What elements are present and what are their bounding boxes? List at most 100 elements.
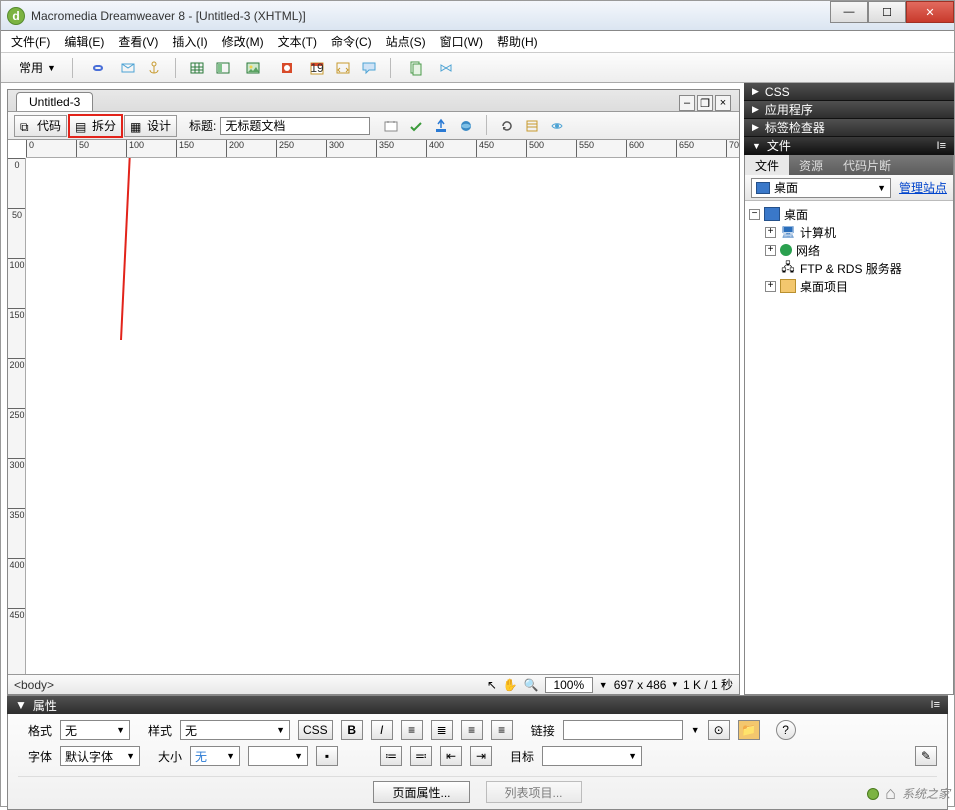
menu-commands[interactable]: 命令(C) (331, 33, 372, 50)
panel-menu-icon[interactable]: I≡ (937, 140, 946, 152)
hand-tool-icon[interactable]: ✋ (503, 678, 518, 692)
chevron-down-icon[interactable]: ▾ (672, 679, 677, 690)
expand-icon[interactable]: + (765, 245, 776, 256)
menu-help[interactable]: 帮助(H) (497, 33, 538, 50)
style-select[interactable]: 无▼ (180, 720, 290, 740)
page-properties-button[interactable]: 页面属性... (373, 781, 469, 803)
text-color-button[interactable]: ▪ (316, 746, 338, 766)
application-panel-header[interactable]: ▶应用程序 (744, 101, 954, 119)
tag-inspector-panel-header[interactable]: ▶标签检查器 (744, 119, 954, 137)
doc-restore-button[interactable]: ❐ (697, 95, 713, 111)
css-button[interactable]: CSS (298, 720, 333, 740)
refresh-icon[interactable] (496, 115, 518, 137)
browse-folder-icon[interactable]: 📁 (738, 720, 760, 740)
templates-icon[interactable] (401, 57, 431, 79)
manage-sites-link[interactable]: 管理站点 (899, 179, 947, 196)
link-input[interactable] (563, 720, 683, 740)
menu-view[interactable]: 查看(V) (118, 33, 158, 50)
layout-icon[interactable] (212, 57, 234, 79)
css-panel-header[interactable]: ▶CSS (744, 83, 954, 101)
size-label: 大小 (148, 748, 182, 765)
menu-file[interactable]: 文件(F) (11, 33, 50, 50)
menu-site[interactable]: 站点(S) (386, 33, 426, 50)
ruler-tick: 150 (8, 308, 26, 320)
anchor-icon[interactable] (143, 57, 165, 79)
menu-modify[interactable]: 修改(M) (222, 33, 264, 50)
point-to-file-icon[interactable]: ⊙ (708, 720, 730, 740)
align-right-button[interactable]: ≡ (461, 720, 483, 740)
quick-tag-editor-icon[interactable]: ✎ (915, 746, 937, 766)
outdent-button[interactable]: ⇤ (440, 746, 462, 766)
ruler-tick: 150 (176, 140, 194, 158)
comment-icon[interactable] (358, 57, 380, 79)
no-browser-check-icon[interactable] (380, 115, 402, 137)
chevron-down-icon[interactable]: ▼ (691, 725, 700, 735)
align-center-button[interactable]: ≣ (431, 720, 453, 740)
size-select[interactable]: 无▼ (190, 746, 240, 766)
site-select[interactable]: 桌面 ▼ (751, 178, 891, 198)
align-justify-button[interactable]: ≡ (491, 720, 513, 740)
bold-button[interactable]: B (341, 720, 363, 740)
expand-icon[interactable]: + (765, 227, 776, 238)
tag-chooser-icon[interactable] (435, 57, 457, 79)
tree-network[interactable]: +网络 (749, 241, 949, 259)
format-select[interactable]: 无▼ (60, 720, 130, 740)
doc-close-button[interactable]: × (715, 95, 731, 111)
media-icon[interactable] (272, 57, 302, 79)
design-view-button[interactable]: ▦设计 (124, 115, 177, 137)
assets-tab[interactable]: 资源 (789, 155, 833, 175)
image-icon[interactable] (238, 57, 268, 79)
split-view-button[interactable]: ▤拆分 (69, 115, 122, 137)
menu-insert[interactable]: 插入(I) (172, 33, 207, 50)
menu-text[interactable]: 文本(T) (278, 33, 317, 50)
document-tab[interactable]: Untitled-3 (16, 92, 93, 111)
expand-icon[interactable]: + (765, 281, 776, 292)
maximize-button[interactable]: ☐ (868, 1, 906, 23)
menu-window[interactable]: 窗口(W) (440, 33, 483, 50)
hyperlink-icon[interactable] (83, 57, 113, 79)
design-canvas[interactable] (26, 158, 739, 674)
visual-aids-icon[interactable] (546, 115, 568, 137)
files-tab[interactable]: 文件 (745, 155, 789, 175)
ordered-list-button[interactable]: ≕ (410, 746, 432, 766)
size-unit-select[interactable]: ▼ (248, 746, 308, 766)
tree-desktop-items[interactable]: +桌面项目 (749, 277, 949, 295)
preview-icon[interactable] (455, 115, 477, 137)
minimize-button[interactable]: — (830, 1, 868, 23)
collapse-icon[interactable]: − (749, 209, 760, 220)
title-input[interactable] (220, 117, 370, 135)
chevron-down-icon[interactable]: ▼ (599, 680, 608, 690)
server-include-icon[interactable] (332, 57, 354, 79)
table-icon[interactable] (186, 57, 208, 79)
email-link-icon[interactable] (117, 57, 139, 79)
window-size[interactable]: 697 x 486 (614, 678, 667, 692)
panel-menu-icon[interactable]: I≡ (931, 699, 940, 711)
select-tool-icon[interactable]: ↖ (487, 678, 497, 692)
font-select[interactable]: 默认字体▼ (60, 746, 140, 766)
files-panel-header[interactable]: ▼文件I≡ (744, 137, 954, 155)
status-bar: <body> ↖ ✋ 🔍 ▼ 697 x 486 ▾ 1 K / 1 秒 (8, 674, 739, 694)
indent-button[interactable]: ⇥ (470, 746, 492, 766)
doc-minimize-button[interactable]: – (679, 95, 695, 111)
menu-edit[interactable]: 编辑(E) (64, 33, 104, 50)
unordered-list-button[interactable]: ≔ (380, 746, 402, 766)
snippets-tab[interactable]: 代码片断 (833, 155, 901, 175)
properties-header[interactable]: ▼ 属性 I≡ (7, 696, 948, 714)
close-button[interactable]: ✕ (906, 1, 954, 23)
tag-selector[interactable]: <body> (14, 678, 54, 692)
tree-ftp[interactable]: 🖧FTP & RDS 服务器 (749, 259, 949, 277)
help-icon[interactable]: ? (776, 720, 796, 740)
tree-computer[interactable]: +🖥计算机 (749, 223, 949, 241)
validate-icon[interactable] (405, 115, 427, 137)
code-view-button[interactable]: ⧉代码 (14, 115, 67, 137)
view-options-icon[interactable] (521, 115, 543, 137)
align-left-button[interactable]: ≡ (401, 720, 423, 740)
tree-root[interactable]: −桌面 (749, 205, 949, 223)
date-icon[interactable]: 19 (306, 57, 328, 79)
italic-button[interactable]: I (371, 720, 393, 740)
file-management-icon[interactable] (430, 115, 452, 137)
zoom-tool-icon[interactable]: 🔍 (524, 678, 539, 692)
insert-category-select[interactable]: 常用 ▼ (13, 57, 62, 78)
target-select[interactable]: ▼ (542, 746, 642, 766)
zoom-input[interactable] (545, 677, 593, 693)
